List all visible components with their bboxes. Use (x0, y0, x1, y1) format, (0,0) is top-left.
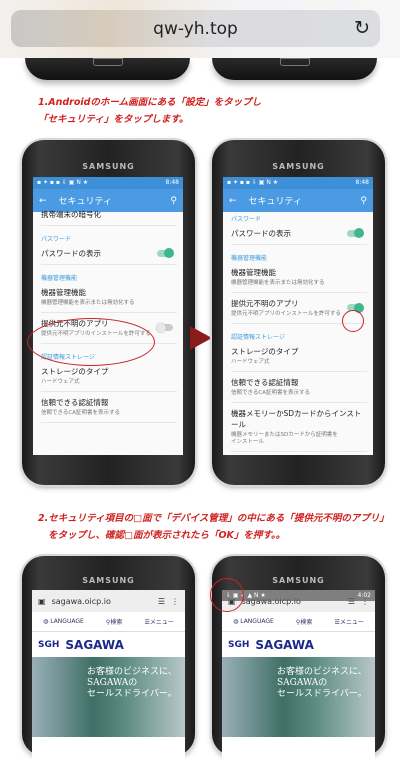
mobile-url: sagawa.oicp.io (51, 596, 111, 606)
settings-item[interactable]: 機器管理機能機器管理機能を表示または無効化する (41, 282, 177, 313)
item-subtitle: 信頼できるCA証明書を表示する (41, 410, 120, 416)
settings-item[interactable]: ストレージのタイプ ハードウェア式 (41, 361, 177, 392)
settings-item[interactable]: 機器メモリーかSDカードからインストール機器メモリーまたはSDカードから証明書を… (231, 403, 367, 452)
toggle-switch[interactable] (156, 322, 173, 333)
section-header: パスワード (231, 216, 262, 223)
status-bar-overlay[interactable]: ⇩ ▣ ✓ ▲ N ★ 4:02 (222, 590, 375, 601)
url-text: qw-yh.top (153, 19, 238, 39)
phone-right: SAMSUNG ▪ ✦ ▪ ▪ ⇩ ▣ N ★ 8:48 ← セキュリティ ⚲ パスワ… (212, 140, 385, 485)
item-subtitle: 機器管理機能を表示または無効化する (41, 300, 135, 306)
highlight-circle (210, 578, 244, 612)
item-title: ストレージのタイプ (41, 367, 109, 376)
status-bar: ▪ ✦ ▪ ▪ ⇩ ▣ N ★ 8:48 (33, 177, 183, 189)
nav-search[interactable]: ⚲検索 (296, 617, 312, 626)
site-logo: SGH SAGAWA (32, 632, 185, 657)
tabs-icon[interactable]: ☰ (158, 597, 165, 606)
nav-language[interactable]: ◍ LANGUAGE (43, 618, 84, 625)
address-bar[interactable]: qw-yh.top ↻ (11, 10, 380, 47)
search-icon[interactable]: ⚲ (360, 196, 367, 206)
home-button (92, 58, 123, 66)
toggle-switch[interactable] (347, 228, 364, 238)
brand-label: SAMSUNG (82, 162, 135, 171)
settings-item[interactable]: 機器管理機能機器管理機能を表示または無効化する (231, 262, 367, 293)
site-nav: ◍ LANGUAGE ⚲検索 ☰メニュー (32, 612, 185, 632)
caption-line: 1.Androidのホーム画面にある「設定」をタップし (38, 97, 262, 108)
arrow-right-icon (190, 326, 212, 350)
settings-item[interactable]: パスワードの表示 (231, 223, 367, 245)
hero-banner[interactable]: お客様のビジネスに、 SAGAWAの セールスドライバー。 (222, 657, 375, 737)
phone-screen: ▣ sagawa.oicp.io ☰ ⋮ ◍ LANGUAGE ⚲検索 ☰メニュー SGH… (32, 590, 185, 760)
phone-bottom-left (25, 58, 190, 80)
logo-mark: SGH (38, 639, 60, 650)
phone-screen: ⇩ ▣ ✓ ▲ N ★ 4:02 ▣ sagawa.oicp.io ☰ ⋮ ◍ LANG… (222, 590, 375, 760)
settings-item[interactable]: 信頼できる認証情報信頼できるCA証明書を表示する (231, 372, 367, 403)
site-logo: SGH SAGAWA (222, 632, 375, 657)
mobile-address-bar[interactable]: ▣ sagawa.oicp.io ☰ ⋮ (32, 590, 185, 612)
item-title: ストレージのタイプ (231, 347, 299, 356)
nav-search[interactable]: ⚲検索 (106, 617, 122, 626)
status-time: 8:48 (355, 179, 369, 186)
highlight-circle (342, 310, 364, 332)
phone-right-browser: SAMSUNG ⇩ ▣ ✓ ▲ N ★ 4:02 ▣ sagawa.oicp.io ☰… (210, 556, 385, 760)
home-button (279, 58, 310, 66)
settings-item[interactable]: パスワードの表示 (41, 243, 177, 265)
item-title: 機器管理機能 (41, 288, 86, 297)
phone-left-browser: SAMSUNG ▣ sagawa.oicp.io ☰ ⋮ ◍ LANGUAGE ⚲検索 ☰… (22, 556, 195, 760)
site-nav: ◍ LANGUAGE ⚲検索 ☰メニュー (222, 612, 375, 632)
item-title: 機器管理機能 (231, 268, 276, 277)
nav-language[interactable]: ◍ LANGUAGE (233, 618, 274, 625)
browser-toolbar: qw-yh.top ↻ (0, 0, 400, 58)
settings-item[interactable]: ストレージのタイプ ハードウェア式 (231, 341, 367, 372)
phone-bottom-right (212, 58, 377, 80)
back-arrow-icon[interactable]: ← (229, 196, 237, 206)
nav-menu[interactable]: ☰メニュー (334, 617, 363, 626)
caption-line: 2.セキュリティ項目の□面で「デバイス管理」の中にある「提供元不明のアプリ」 (38, 513, 389, 524)
reload-icon[interactable]: ↻ (354, 17, 370, 39)
item-title: 携帯端末の暗号化 (41, 210, 101, 219)
settings-list: 携帯端末の暗号化 パスワード パスワードの表示 機器管理機能 機器管理機能 機器管理機能を… (33, 204, 183, 423)
item-subtitle: 機器メモリーまたはSDカードから証明書をインストール (231, 432, 338, 445)
logo-text: SAGAWA (65, 637, 124, 652)
phone-left: SAMSUNG ▪ ✦ ▪ ▪ ⇩ ▣ N ★ 8:48 ← セキュリティ ⚲ 携帯端… (22, 140, 195, 485)
logo-text: SAGAWA (255, 637, 314, 652)
item-title: 信頼できる認証情報 (41, 398, 109, 407)
item-subtitle: ハードウェア式 (231, 359, 270, 365)
phone-screen: ▪ ✦ ▪ ▪ ⇩ ▣ N ★ 8:48 ← セキュリティ ⚲ 携帯端末の暗号化 パスワ… (33, 177, 183, 455)
item-subtitle: ハードウェア式 (41, 379, 80, 385)
item-title: 信頼できる認証情報 (231, 378, 299, 387)
nav-menu[interactable]: ☰メニュー (144, 617, 173, 626)
section-header: 機器管理機能 (41, 275, 78, 282)
status-time: 8:48 (165, 179, 179, 186)
section-header: パスワード (41, 236, 72, 243)
brand-label: SAMSUNG (272, 162, 325, 171)
item-subtitle: 信頼できるCA証明書を表示する (231, 390, 310, 396)
highlight-circle (27, 318, 155, 366)
logo-mark: SGH (228, 639, 250, 650)
more-icon[interactable]: ⋮ (171, 597, 179, 606)
brand-label: SAMSUNG (82, 576, 135, 585)
toggle-switch[interactable] (157, 248, 174, 258)
caption-line: をタップし、確認□面が表示されたら「OK」を押す。。 (48, 530, 286, 541)
status-bar: ▪ ✦ ▪ ▪ ⇩ ▣ N ★ 8:48 (223, 177, 373, 189)
screen-title: セキュリティ (248, 197, 303, 207)
item-subtitle: 機器管理機能を表示または無効化する (231, 280, 325, 286)
caption-line: 「セキュリティ」をタップします。 (38, 114, 189, 125)
item-title: 機器メモリーかSDカードからインストール (231, 409, 362, 429)
settings-item[interactable]: 携帯端末の暗号化 (41, 204, 177, 226)
status-time: 4:02 (357, 592, 371, 599)
hero-banner[interactable]: お客様のビジネスに、 SAGAWAの セールスドライバー。 (32, 657, 185, 737)
site-icon: ▣ (38, 596, 46, 606)
status-icons: ▪ ✦ ▪ ▪ ⇩ ▣ N ★ (37, 179, 89, 186)
status-icons: ▪ ✦ ▪ ▪ ⇩ ▣ N ★ (227, 179, 279, 186)
settings-item[interactable]: 信頼できる認証情報信頼できるCA証明書を表示する (41, 392, 177, 423)
step1-caption: 1.Androidのホーム画面にある「設定」をタップし 「セキュリティ」をタップし… (38, 94, 261, 128)
step2-caption: 2.セキュリティ項目の□面で「デバイス管理」の中にある「提供元不明のアプリ」をタ… (38, 510, 389, 544)
item-subtitle: 提供元不明アプリのインストールを許可する (231, 311, 341, 317)
section-header: 機器管理機能 (231, 255, 268, 262)
